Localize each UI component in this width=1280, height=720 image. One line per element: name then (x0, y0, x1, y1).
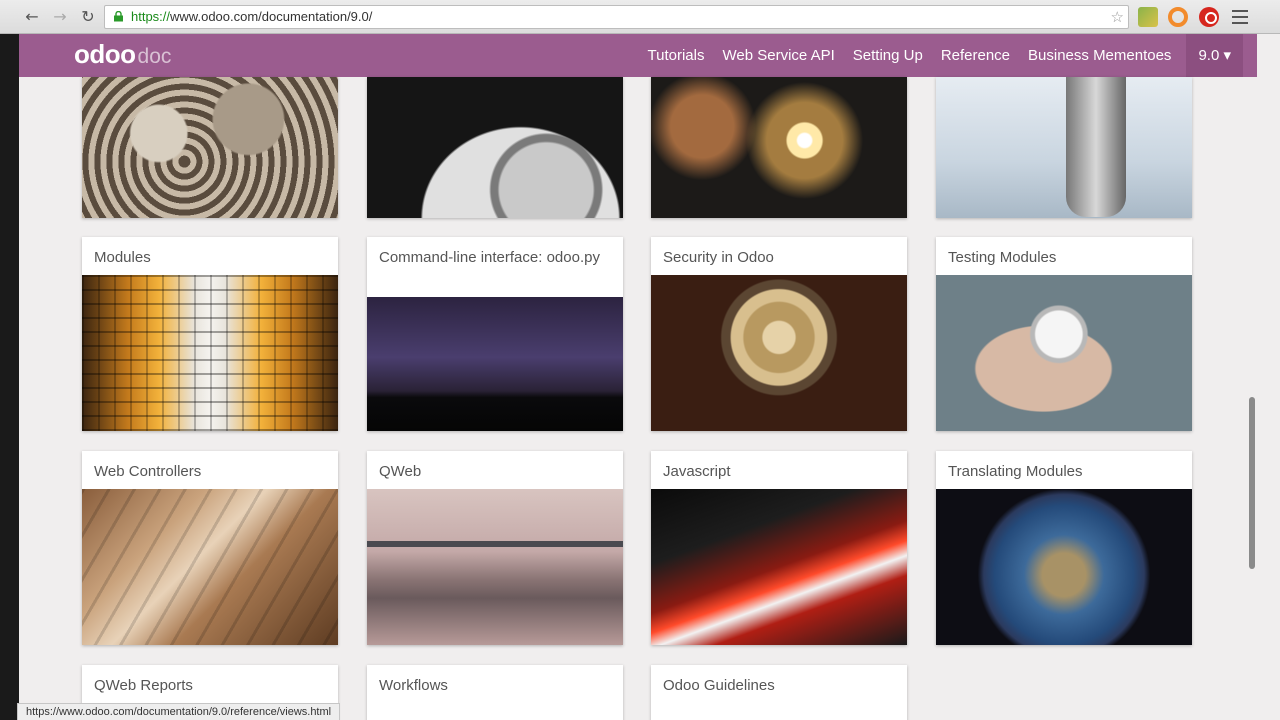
card-title: Testing Modules (948, 249, 1057, 266)
card-sparkler[interactable] (651, 77, 907, 218)
nav-tutorials[interactable]: Tutorials (639, 34, 714, 77)
url-path: www.odoo.com/documentation/9.0/ (170, 9, 373, 24)
lock-icon (114, 11, 123, 22)
page-viewport: odoodoc Tutorials Web Service API Settin… (19, 34, 1257, 720)
card-odoo-guidelines[interactable]: Odoo Guidelines (651, 665, 907, 720)
card-title: QWeb Reports (94, 677, 193, 694)
card-image (936, 77, 1192, 218)
card-title: Translating Modules (948, 463, 1083, 480)
card-binoculars[interactable] (936, 77, 1192, 218)
card-image (651, 275, 907, 431)
logo-sub: doc (137, 45, 172, 68)
card-image (367, 297, 623, 431)
card-title: Odoo Guidelines (663, 677, 775, 694)
logo-main: odoo (74, 39, 136, 69)
card-image (82, 77, 338, 218)
nav-reference[interactable]: Reference (932, 34, 1019, 77)
nav-setting-up[interactable]: Setting Up (844, 34, 932, 77)
card-hard-drive[interactable] (367, 77, 623, 218)
reload-icon[interactable]: ↻ (77, 6, 99, 28)
extension-record-icon[interactable] (1199, 7, 1219, 27)
card-security[interactable]: Security in Odoo (651, 237, 907, 431)
version-dropdown[interactable]: 9.0 ▾ (1186, 34, 1243, 77)
nav-business-mementoes[interactable]: Business Mementoes (1019, 34, 1180, 77)
extension-icon[interactable] (1138, 7, 1158, 27)
back-arrow-icon[interactable]: ← (21, 6, 43, 28)
card-title: Modules (94, 249, 151, 266)
card-title: Web Controllers (94, 463, 202, 480)
card-image (936, 489, 1192, 645)
browser-toolbar: ← → ↻ https://www.odoo.com/documentation… (0, 0, 1280, 34)
card-image (82, 489, 338, 645)
scrollbar-track[interactable] (1257, 34, 1280, 720)
card-image (651, 77, 907, 218)
card-image (651, 489, 907, 645)
card-title: Workflows (379, 677, 448, 694)
card-testing-modules[interactable]: Testing Modules (936, 237, 1192, 431)
url-scheme: https:// (131, 9, 171, 24)
card-title: Security in Odoo (663, 249, 774, 266)
card-image (367, 489, 623, 645)
card-title: Command-line interface: odoo.py (379, 249, 600, 266)
site-header: odoodoc Tutorials Web Service API Settin… (19, 34, 1257, 77)
top-nav: Tutorials Web Service API Setting Up Ref… (639, 34, 1243, 77)
card-gears[interactable] (82, 77, 338, 218)
card-title: QWeb (379, 463, 422, 480)
card-image (367, 77, 623, 218)
forward-arrow-icon[interactable]: → (49, 6, 71, 28)
card-command-line[interactable]: Command-line interface: odoo.py (367, 237, 623, 431)
odoo-doc-logo[interactable]: odoodoc (74, 39, 171, 71)
nav-web-service-api[interactable]: Web Service API (713, 34, 843, 77)
card-image (936, 275, 1192, 431)
card-qweb[interactable]: QWeb (367, 451, 623, 645)
address-bar[interactable]: https://www.odoo.com/documentation/9.0/ … (104, 5, 1129, 29)
scrollbar-thumb[interactable] (1249, 397, 1255, 569)
card-modules[interactable]: Modules (82, 237, 338, 431)
card-workflows[interactable]: Workflows (367, 665, 623, 720)
card-image (82, 275, 338, 431)
card-javascript[interactable]: Javascript (651, 451, 907, 645)
card-title: Javascript (663, 463, 731, 480)
extension-ring-icon[interactable] (1168, 7, 1188, 27)
card-translating-modules[interactable]: Translating Modules (936, 451, 1192, 645)
bookmark-star-icon[interactable]: ☆ (1111, 6, 1124, 28)
card-web-controllers[interactable]: Web Controllers (82, 451, 338, 645)
browser-menu-icon[interactable] (1232, 10, 1248, 24)
status-bar-url: https://www.odoo.com/documentation/9.0/r… (17, 703, 341, 720)
